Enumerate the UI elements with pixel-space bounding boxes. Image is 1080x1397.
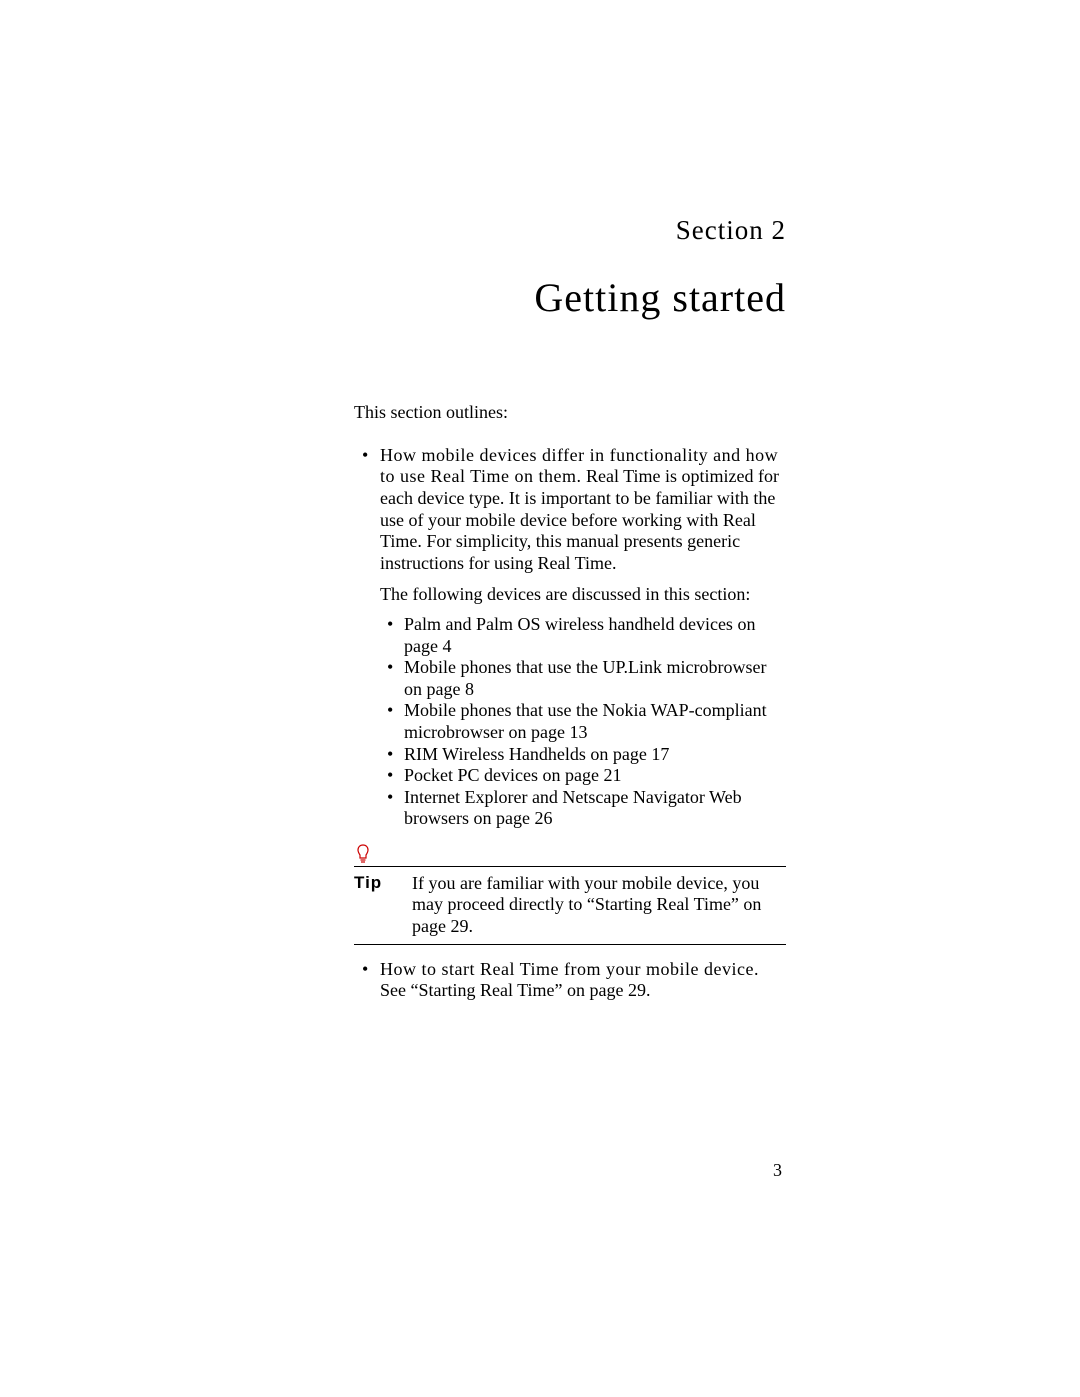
section-label: Section 2	[354, 215, 786, 246]
outer-item-devices: How mobile devices differ in functionali…	[354, 445, 786, 575]
tip-rule-bottom	[354, 944, 786, 945]
inner-item: Palm and Palm OS wireless handheld devic…	[380, 614, 786, 657]
inner-item: RIM Wireless Handhelds on page 17	[380, 744, 786, 766]
page-number: 3	[773, 1160, 782, 1181]
outer-item-lead: How to start Real Time from your mobile …	[380, 959, 759, 979]
outer-list: How mobile devices differ in functionali…	[354, 445, 786, 575]
tip-block: Tip If you are familiar with your mobile…	[354, 844, 786, 945]
tip-text: If you are familiar with your mobile dev…	[412, 873, 786, 938]
intro-text: This section outlines:	[354, 403, 786, 423]
outer-list-2: How to start Real Time from your mobile …	[354, 959, 786, 1002]
lightbulb-icon	[356, 844, 370, 864]
tip-row: Tip If you are familiar with your mobile…	[354, 867, 786, 944]
page-content: Section 2 Getting started This section o…	[354, 215, 786, 1006]
section-title: Getting started	[354, 274, 786, 321]
inner-item: Pocket PC devices on page 21	[380, 765, 786, 787]
inner-list: Palm and Palm OS wireless handheld devic…	[354, 614, 786, 830]
outer-item-rest: See “Starting Real Time” on page 29.	[380, 980, 650, 1000]
inner-item: Mobile phones that use the Nokia WAP-com…	[380, 700, 786, 743]
following-devices-para: The following devices are discussed in t…	[354, 584, 786, 606]
inner-item: Internet Explorer and Netscape Navigator…	[380, 787, 786, 830]
tip-label: Tip	[354, 873, 412, 893]
outer-item-start: How to start Real Time from your mobile …	[354, 959, 786, 1002]
inner-item: Mobile phones that use the UP.Link micro…	[380, 657, 786, 700]
